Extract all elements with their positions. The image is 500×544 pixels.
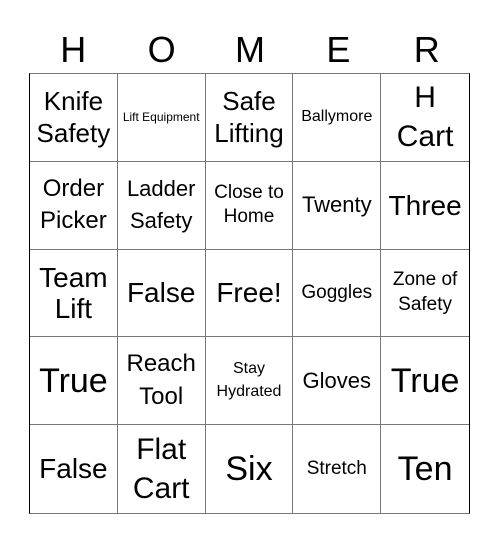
bingo-board: Knife Safety Lift Equipment Safe Lifting… <box>29 73 470 514</box>
bingo-cell[interactable]: Team Lift <box>30 249 118 338</box>
bingo-cell[interactable]: Gloves <box>293 337 382 426</box>
bingo-cell[interactable]: Flat Cart <box>118 425 206 513</box>
bingo-cell[interactable]: Stay Hydrated <box>205 337 294 426</box>
bingo-cell[interactable]: Ladder Safety <box>117 161 206 250</box>
bingo-cell[interactable]: Close to Home <box>205 161 294 250</box>
header-letter-e: E <box>326 29 351 70</box>
header-letter-m: M <box>234 29 265 70</box>
bingo-cell[interactable]: True <box>30 337 118 426</box>
header-letter-r: R <box>413 29 440 70</box>
bingo-cell[interactable]: Safe Lifting <box>205 74 294 162</box>
bingo-cell[interactable]: Stretch <box>293 425 382 513</box>
bingo-cell[interactable]: Zone of Safety <box>381 250 469 338</box>
bingo-cell[interactable]: Twenty <box>293 161 382 250</box>
bingo-cell[interactable]: False <box>117 249 206 338</box>
bingo-cell[interactable]: Knife Safety <box>30 74 118 162</box>
bingo-cell[interactable]: Three <box>381 162 469 250</box>
bingo-cell[interactable]: True <box>381 337 469 426</box>
bingo-cell[interactable]: False <box>30 425 118 513</box>
bingo-cell[interactable]: Goggles <box>293 249 382 338</box>
bingo-cell[interactable]: Ballymore <box>293 74 382 162</box>
bingo-cell[interactable]: Order Picker <box>30 161 118 250</box>
bingo-cell[interactable]: Lift Equipment <box>117 74 206 162</box>
bingo-header: H O M E R <box>29 28 471 72</box>
bingo-cell[interactable]: Six <box>206 425 294 513</box>
bingo-cell[interactable]: Ten <box>381 425 469 513</box>
bingo-cell free-space[interactable]: Free! <box>205 249 294 338</box>
header-letter-o: O <box>147 29 176 70</box>
bingo-cell[interactable]: H Cart <box>381 74 469 162</box>
header-letter-h: H <box>60 29 87 70</box>
bingo-cell[interactable]: Reach Tool <box>117 337 206 426</box>
